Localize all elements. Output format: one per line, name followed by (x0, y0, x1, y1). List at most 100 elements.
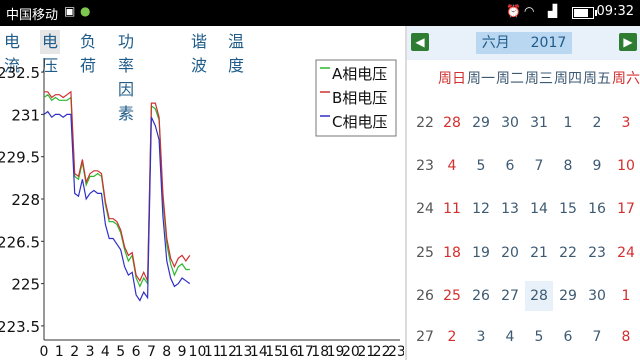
x-tick-label: 1 (55, 344, 64, 360)
calendar-day[interactable]: 5 (467, 151, 495, 181)
year-label: 2017 (530, 35, 567, 51)
calendar-day[interactable]: 30 (496, 108, 524, 138)
calendar-day[interactable]: 12 (467, 194, 495, 224)
calendar-week-row: 27 2 3 4 5 6 7 8 (407, 322, 640, 352)
wifi-icon: ◠ (524, 4, 535, 18)
month-year-selector[interactable]: 六月 2017 (476, 32, 572, 54)
calendar-day[interactable]: 16 (583, 194, 611, 224)
weekday-label: 周日 (438, 71, 466, 87)
calendar-day[interactable]: 8 (554, 151, 582, 181)
calendar-day[interactable]: 7 (583, 322, 611, 352)
x-tick-label: 9 (178, 344, 187, 360)
calendar-day[interactable]: 7 (525, 151, 553, 181)
calendar-day[interactable]: 2 (438, 322, 466, 352)
calendar-week-row: 22 28 29 30 31 1 2 3 (407, 108, 640, 138)
calendar-day[interactable]: 1 (554, 108, 582, 138)
calendar-day[interactable]: 29 (467, 108, 495, 138)
app-notification-icon: ● (80, 4, 91, 18)
status-bar: 中国移动 ▣ ● ⏰ ◠ ▟ 09:32 (0, 0, 640, 26)
calendar-day[interactable]: 13 (496, 194, 524, 224)
calendar-day[interactable]: 28 (438, 108, 466, 138)
y-tick-label: 229.5 (0, 149, 40, 167)
arrow-right-icon: ▶ (623, 35, 633, 49)
y-tick-label: 232.5 (0, 64, 40, 82)
y-tick-label: 223.5 (0, 318, 40, 336)
y-tick-label: 228 (11, 191, 40, 209)
calendar-day[interactable]: 6 (496, 151, 524, 181)
series-line (43, 110, 191, 302)
legend-label: A相电压 (332, 65, 387, 83)
calendar-day[interactable]: 24 (612, 238, 640, 268)
voltage-chart: 232.5231229.5228226.5225223.50 1 2 3 4 5 6 7 8 9 1… (0, 58, 404, 360)
calendar-day[interactable]: 2 (583, 108, 611, 138)
calendar-day[interactable]: 4 (496, 322, 524, 352)
x-tick-label: 8 (162, 344, 171, 360)
x-tick-label: 0 (40, 344, 49, 360)
calendar-day[interactable]: 10 (612, 151, 640, 181)
calendar-day[interactable]: 30 (583, 281, 611, 311)
calendar-day[interactable]: 4 (438, 151, 466, 181)
calendar-panel: ◀ 六月 2017 ▶ 周日 周一 周二 周三 周四 周五 周六 22 28 29 30 31 1 2 3… (407, 26, 640, 360)
tab-harmonics[interactable]: 谐波 (189, 30, 209, 75)
week-number: 24 (416, 201, 434, 217)
x-tick-label: 23 (388, 344, 404, 360)
weekday-label: 周一 (467, 71, 495, 87)
calendar-day[interactable]: 18 (438, 238, 466, 268)
week-number: 26 (416, 288, 434, 304)
tab-load[interactable]: 负荷 (78, 30, 98, 75)
legend-label: B相电压 (332, 89, 387, 107)
calendar-day[interactable]: 15 (554, 194, 582, 224)
calendar-day[interactable]: 28 (525, 281, 553, 311)
month-label: 六月 (481, 35, 510, 51)
arrow-left-icon: ◀ (415, 35, 425, 49)
next-month-button[interactable]: ▶ (619, 33, 637, 51)
tab-voltage[interactable]: 电压 (40, 30, 61, 75)
tab-power-factor[interactable]: 功率因素 (116, 30, 136, 123)
calendar-week-row: 23 4 5 6 7 8 9 10 (407, 151, 640, 181)
weekday-label: 周四 (554, 71, 582, 87)
x-tick-label: 7 (147, 344, 156, 360)
calendar-day[interactable]: 22 (554, 238, 582, 268)
x-tick-label: 5 (116, 344, 125, 360)
calendar-day[interactable]: 1 (612, 281, 640, 311)
prev-month-button[interactable]: ◀ (411, 33, 429, 51)
y-tick-label: 225 (11, 276, 40, 294)
calendar-day[interactable]: 9 (583, 151, 611, 181)
weekday-label: 周三 (525, 71, 553, 87)
week-number: 22 (416, 115, 434, 131)
calendar-day[interactable]: 14 (525, 194, 553, 224)
calendar-day[interactable]: 25 (438, 281, 466, 311)
series-line (43, 93, 190, 288)
y-tick-label: 226.5 (0, 233, 40, 251)
calendar-day[interactable]: 27 (496, 281, 524, 311)
calendar-week-row: 24 11 12 13 14 15 16 17 (407, 194, 640, 224)
week-number: 25 (416, 245, 434, 261)
y-tick-label: 231 (11, 106, 40, 124)
weekday-label: 周六 (612, 71, 640, 87)
legend-label: C相电压 (332, 113, 387, 131)
calendar-day[interactable]: 8 (612, 322, 640, 352)
calendar-day[interactable]: 6 (554, 322, 582, 352)
alarm-icon: ⏰ (506, 4, 521, 18)
calendar-day[interactable]: 26 (467, 281, 495, 311)
calendar-header: ◀ 六月 2017 ▶ (407, 26, 640, 60)
weekday-header: 周日 周一 周二 周三 周四 周五 周六 (407, 68, 640, 90)
calendar-day[interactable]: 3 (612, 108, 640, 138)
signal-icon: ▟ (548, 4, 558, 18)
calendar-day[interactable]: 31 (525, 108, 553, 138)
calendar-day[interactable]: 3 (467, 322, 495, 352)
week-number: 27 (416, 329, 434, 345)
calendar-day[interactable]: 17 (612, 194, 640, 224)
tab-current[interactable]: 电流 (2, 30, 22, 75)
tab-temperature[interactable]: 温度 (226, 30, 246, 75)
carrier-label: 中国移动 (6, 8, 59, 23)
calendar-day[interactable]: 11 (438, 194, 466, 224)
calendar-day[interactable]: 5 (525, 322, 553, 352)
calendar-day[interactable]: 23 (583, 238, 611, 268)
calendar-week-row: 26 25 26 27 28 29 30 1 (407, 281, 640, 311)
calendar-day[interactable]: 21 (525, 238, 553, 268)
calendar-day[interactable]: 29 (554, 281, 582, 311)
weekday-label: 周二 (496, 71, 524, 87)
calendar-day[interactable]: 19 (467, 238, 495, 268)
calendar-day[interactable]: 20 (496, 238, 524, 268)
